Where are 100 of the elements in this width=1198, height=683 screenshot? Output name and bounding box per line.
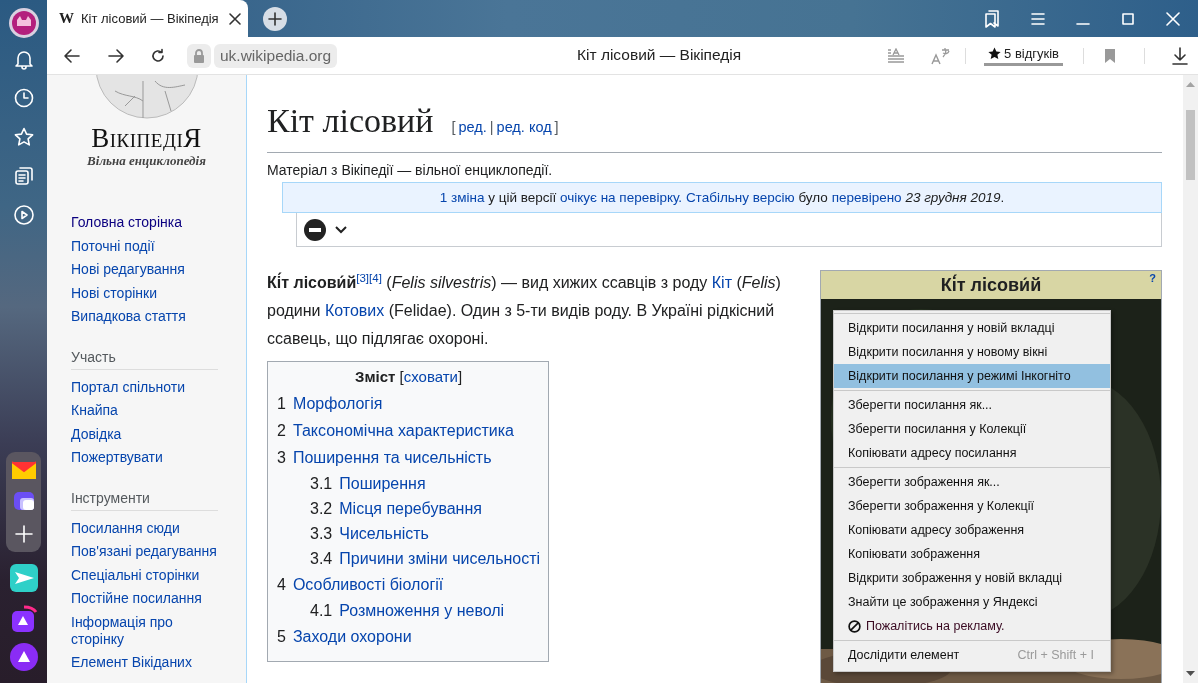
sidebar-link[interactable]: Випадкова стаття bbox=[71, 305, 186, 329]
toc-link[interactable]: Таксономічна характеристика bbox=[292, 421, 514, 441]
link[interactable]: Кіт bbox=[711, 274, 732, 291]
scroll-down-icon[interactable] bbox=[1186, 671, 1195, 677]
bookmarks-icon[interactable] bbox=[984, 9, 1000, 28]
star-icon[interactable] bbox=[12, 126, 35, 148]
toc-number: 2 bbox=[277, 421, 286, 441]
sidebar-link[interactable]: Кнайпа bbox=[71, 399, 118, 423]
menu-item[interactable]: Знайти це зображення у Яндексі bbox=[834, 590, 1110, 614]
collections-icon[interactable] bbox=[12, 165, 35, 187]
forward-icon[interactable] bbox=[107, 46, 125, 65]
sidebar-link[interactable]: Пожертвувати bbox=[71, 446, 163, 470]
menu-item[interactable]: Відкрити посилання у новій вкладці bbox=[834, 316, 1110, 340]
bookmark-icon[interactable] bbox=[1104, 47, 1116, 64]
mail-icon[interactable] bbox=[11, 460, 36, 480]
link[interactable]: Котових bbox=[324, 302, 385, 319]
translate-icon[interactable] bbox=[931, 46, 952, 65]
toc-link[interactable]: Поширення bbox=[339, 474, 426, 494]
edit-link[interactable]: ред. код bbox=[496, 105, 552, 149]
sidebar-link[interactable]: Елемент Вікіданих bbox=[71, 651, 192, 675]
separator: | bbox=[489, 118, 494, 137]
back-icon[interactable] bbox=[63, 46, 81, 65]
menu-item[interactable]: Зберегти посилання як... bbox=[834, 393, 1110, 417]
add-icon[interactable] bbox=[13, 524, 34, 544]
edit-link[interactable]: ред. bbox=[458, 105, 487, 149]
link[interactable]: перевірено bbox=[831, 190, 902, 205]
toc-link[interactable]: Чисельність bbox=[339, 524, 429, 544]
sidebar-link[interactable]: Портал спільноти bbox=[71, 375, 186, 399]
menu-item[interactable]: Дослідити елемент Ctrl + Shift + I bbox=[834, 643, 1110, 667]
star-icon bbox=[988, 46, 1002, 60]
menu-item[interactable]: Копіювати адресу посилання bbox=[834, 441, 1110, 465]
minus-circle-icon[interactable] bbox=[304, 218, 326, 241]
sidebar-link[interactable]: Нові редагування bbox=[71, 258, 185, 282]
sidebar-link[interactable]: Головна сторінка bbox=[71, 211, 182, 235]
download-icon[interactable] bbox=[1172, 46, 1188, 65]
sidebar-link[interactable]: Поточні події bbox=[71, 234, 155, 258]
toc-number: 1 bbox=[277, 394, 286, 414]
triangle-circle-icon[interactable] bbox=[9, 643, 38, 671]
close-icon[interactable] bbox=[228, 11, 242, 26]
toc-link[interactable]: Морфологія bbox=[292, 394, 383, 414]
reviews-button[interactable]: 5 відгуків bbox=[984, 45, 1063, 66]
avatar-icon[interactable] bbox=[8, 8, 39, 38]
menu-item[interactable]: Зберегти зображення як... bbox=[834, 470, 1110, 494]
link[interactable]: 1 зміна bbox=[439, 190, 485, 205]
wikipedia-favicon: W bbox=[59, 10, 75, 27]
reference-link[interactable]: [4] bbox=[369, 271, 382, 284]
reader-mode-icon[interactable] bbox=[887, 47, 906, 64]
link[interactable]: Стабільну версію bbox=[685, 190, 795, 205]
toc-link[interactable]: Місця перебування bbox=[339, 499, 482, 519]
link[interactable]: очікує на перевірку. bbox=[559, 190, 683, 205]
sidebar-link[interactable]: Спеціальні сторінки bbox=[71, 563, 200, 587]
address-field[interactable]: uk.wikipedia.org bbox=[214, 43, 338, 68]
toc-link[interactable]: Причини зміни чисельності bbox=[339, 549, 541, 569]
sidebar-link[interactable]: Пов'язані редагування bbox=[71, 540, 217, 564]
sidebar-link[interactable]: Інформація про сторінку bbox=[71, 610, 218, 651]
new-tab-button[interactable] bbox=[263, 7, 287, 31]
play-icon[interactable] bbox=[12, 204, 35, 226]
reference-link[interactable]: [3] bbox=[356, 271, 370, 284]
menu-item[interactable]: Зберегти зображення у Колекції bbox=[834, 494, 1110, 518]
sidebar-link[interactable]: Нові сторінки bbox=[71, 281, 157, 305]
send-icon[interactable] bbox=[9, 564, 38, 592]
infobox-title: Кі́т лісови́й bbox=[940, 273, 1042, 297]
menu-icon[interactable] bbox=[1031, 12, 1045, 25]
toc-link[interactable]: Особливості біології bbox=[292, 575, 444, 595]
toc-title: Зміст bbox=[355, 368, 396, 385]
menu-item[interactable]: Зберегти посилання у Колекції bbox=[834, 417, 1110, 441]
bracket: [ bbox=[451, 118, 456, 137]
maximize-icon[interactable] bbox=[1121, 11, 1135, 26]
menu-item[interactable]: Відкрити посилання у режимі Інкогніто bbox=[834, 364, 1110, 388]
toc-link[interactable]: Поширення та чисельність bbox=[292, 448, 492, 468]
chevron-down-icon[interactable] bbox=[334, 224, 348, 235]
scrollbar-thumb[interactable] bbox=[1186, 110, 1195, 180]
bell-icon[interactable] bbox=[12, 48, 35, 70]
wikipedia-tagline: Вільна енциклопедія bbox=[87, 153, 206, 169]
article-title: Кіт лісовий bbox=[267, 101, 434, 141]
sidebar-link[interactable]: Довідка bbox=[71, 422, 122, 446]
toc-link[interactable]: Розмноження у неволі bbox=[339, 601, 505, 621]
messenger-icon[interactable] bbox=[11, 491, 36, 513]
toc-link[interactable]: Заходи охорони bbox=[292, 627, 412, 647]
toc-toggle-link[interactable]: сховати bbox=[403, 368, 458, 385]
toc-number: 3 bbox=[277, 448, 286, 468]
lock-icon bbox=[187, 43, 211, 68]
menu-item[interactable]: Копіювати зображення bbox=[834, 542, 1110, 566]
toc-number: 4.1 bbox=[310, 601, 333, 621]
menu-item[interactable]: Пожалітись на рекламу. bbox=[834, 614, 1110, 638]
sidebar-link[interactable]: Постійне посилання bbox=[71, 587, 202, 611]
prohibited-icon bbox=[848, 619, 861, 633]
menu-item[interactable]: Відкрити зображення у новій вкладці bbox=[834, 566, 1110, 590]
browser-tab[interactable]: W Кіт лісовий — Вікіпедія bbox=[47, 0, 248, 37]
sidebar-link[interactable]: Посилання сюди bbox=[71, 516, 180, 540]
toc-number: 3.2 bbox=[310, 499, 333, 519]
help-link[interactable]: ? bbox=[1149, 264, 1156, 292]
bracket: [ bbox=[399, 368, 404, 385]
sidebar-heading: Інструменти bbox=[71, 489, 150, 508]
triangle-app-icon[interactable] bbox=[9, 604, 38, 634]
sidebar-heading: Участь bbox=[71, 348, 116, 367]
menu-item[interactable]: Відкрити посилання у новому вікні bbox=[834, 340, 1110, 364]
clock-icon[interactable] bbox=[12, 87, 35, 109]
menu-item[interactable]: Копіювати адресу зображення bbox=[834, 518, 1110, 542]
reload-icon[interactable] bbox=[150, 47, 166, 64]
